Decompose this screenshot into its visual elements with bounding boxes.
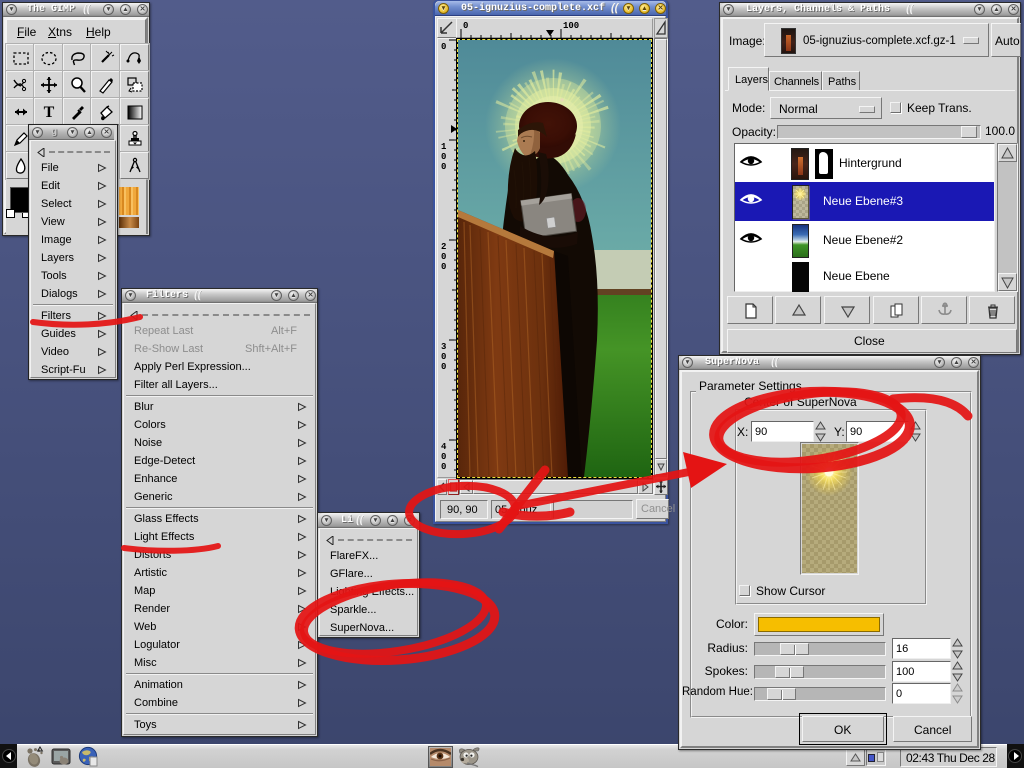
svg-text:0: 0 <box>441 42 446 52</box>
svg-text:2: 2 <box>441 242 446 252</box>
svg-text:T: T <box>44 104 55 121</box>
svg-text:0: 0 <box>441 262 446 272</box>
svg-text:0: 0 <box>441 362 446 372</box>
svg-text:0: 0 <box>441 162 446 172</box>
svg-text:100: 100 <box>563 21 579 31</box>
svg-text:0: 0 <box>441 452 446 462</box>
svg-text:0: 0 <box>441 352 446 362</box>
svg-text:0: 0 <box>463 21 468 31</box>
svg-text:3: 3 <box>441 342 446 352</box>
svg-text:0: 0 <box>441 152 446 162</box>
svg-text:4: 4 <box>441 442 447 452</box>
svg-text:1: 1 <box>441 142 447 152</box>
svg-text:0: 0 <box>441 462 446 472</box>
svg-text:0: 0 <box>441 252 446 262</box>
